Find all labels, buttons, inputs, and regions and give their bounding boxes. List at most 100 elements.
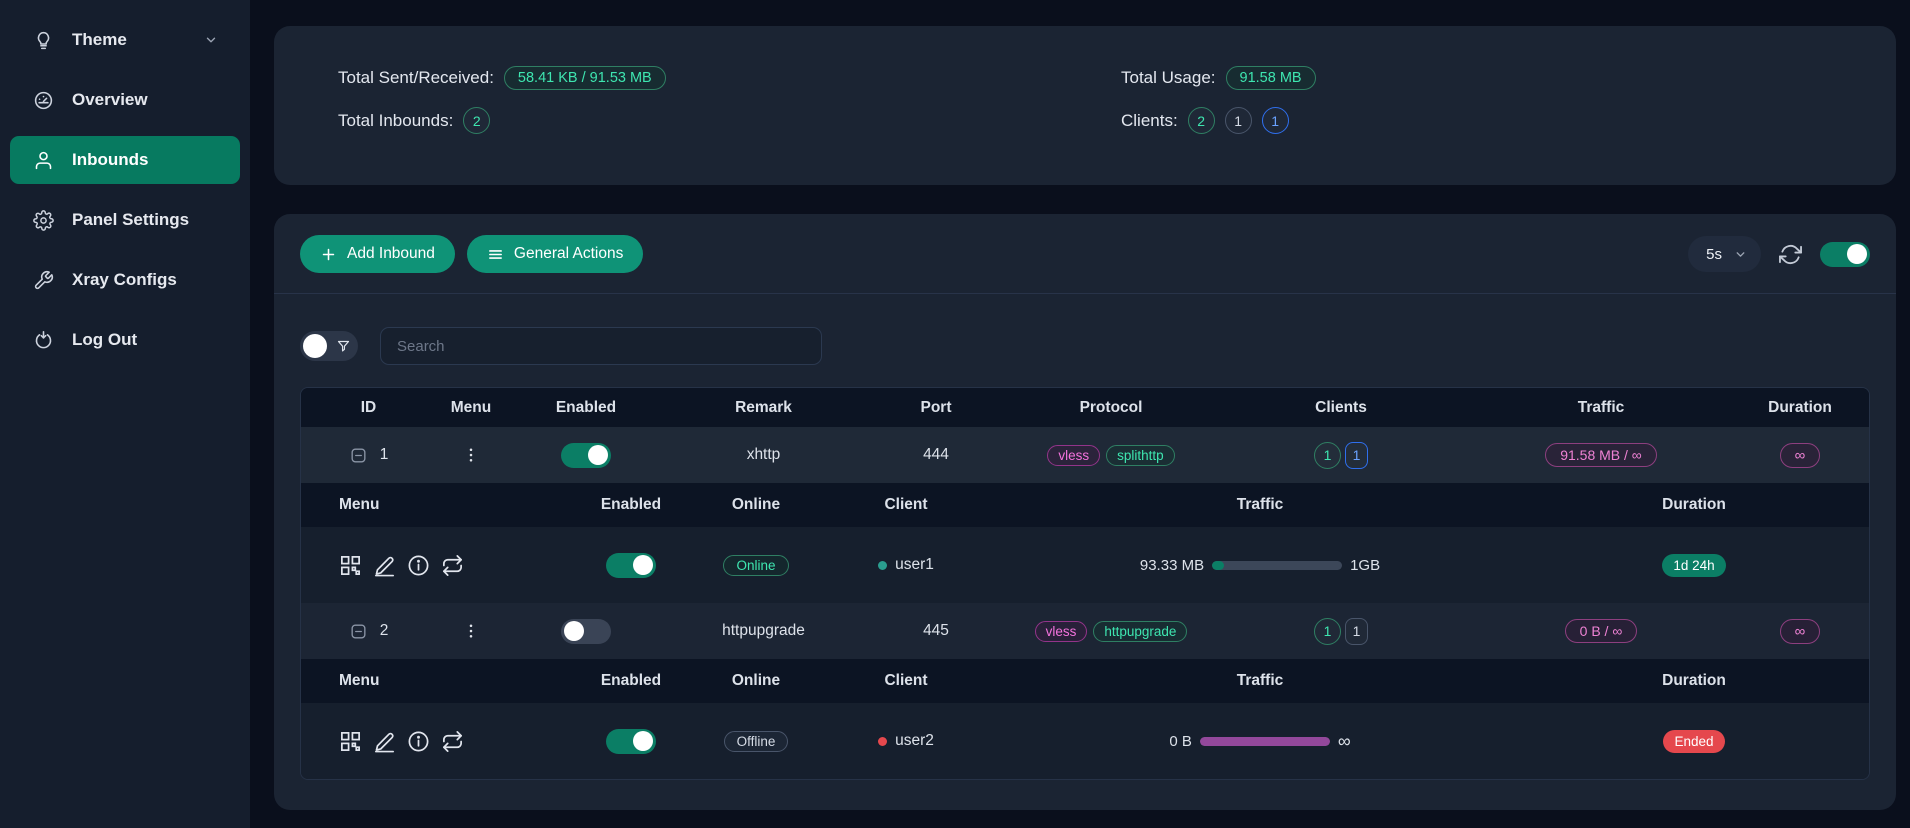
- inbound-row-1[interactable]: 1 xhttp 444 vless splithttp 1 1: [301, 427, 1869, 483]
- inbound-duration-badge: ∞: [1780, 619, 1821, 644]
- subcol-traffic: Traffic: [1001, 672, 1519, 690]
- inbound-remark: httpupgrade: [666, 622, 861, 640]
- auto-refresh-toggle[interactable]: [1820, 242, 1870, 267]
- total-sent-received-value: 58.41 KB / 91.53 MB: [504, 66, 666, 90]
- col-duration: Duration: [1731, 399, 1869, 417]
- protocol-tag: vless: [1047, 445, 1100, 466]
- info-icon[interactable]: [407, 730, 430, 753]
- online-status-badge: Online: [723, 555, 788, 576]
- subcol-menu: Menu: [301, 496, 561, 514]
- inbound-id: 1: [380, 446, 389, 464]
- traffic-progress-bar: [1200, 737, 1330, 746]
- row-menu-icon[interactable]: [462, 446, 480, 464]
- inbound-remark: xhttp: [666, 446, 861, 464]
- wrench-icon: [32, 269, 54, 291]
- traffic-used: 0 B: [1169, 733, 1192, 750]
- sidebar-item-label: Theme: [72, 30, 127, 50]
- inbound-row-2[interactable]: 2 httpupgrade 445 vless httpupgrade 1 1: [301, 603, 1869, 659]
- total-inbounds-label: Total Inbounds:: [338, 111, 453, 131]
- sidebar-item-label: Xray Configs: [72, 270, 177, 290]
- collapse-icon[interactable]: [349, 622, 368, 641]
- row-menu-icon[interactable]: [462, 622, 480, 640]
- clients-deactivated-badge: 1: [1225, 107, 1252, 134]
- stats-right-column: Total Usage: 91.58 MB Clients: 2 1 1: [1085, 66, 1832, 185]
- chevron-down-icon: [204, 33, 218, 47]
- gear-icon: [32, 209, 54, 231]
- inbound-port: 444: [861, 446, 1011, 464]
- traffic-progress-fill: [1212, 561, 1224, 570]
- sidebar-item-xray-configs[interactable]: Xray Configs: [10, 256, 240, 304]
- sidebar-item-inbounds[interactable]: Inbounds: [10, 136, 240, 184]
- edit-icon[interactable]: [373, 730, 396, 753]
- client-duration-badge: Ended: [1663, 730, 1724, 753]
- sidebar-item-label: Panel Settings: [72, 210, 189, 230]
- clients-online-badge: 1: [1262, 107, 1289, 134]
- search-input[interactable]: [380, 327, 822, 365]
- protocol-tag: httpupgrade: [1093, 621, 1187, 642]
- sidebar-item-theme[interactable]: Theme: [10, 16, 240, 64]
- inbound-enabled-toggle[interactable]: [561, 619, 611, 644]
- client-status-dot: [878, 737, 887, 746]
- sidebar-item-overview[interactable]: Overview: [10, 76, 240, 124]
- client-name: user1: [895, 556, 934, 574]
- col-port: Port: [861, 399, 1011, 417]
- protocol-tag: splithttp: [1106, 445, 1175, 466]
- inbound-clients-online-count: 1: [1345, 442, 1368, 469]
- general-actions-button[interactable]: General Actions: [467, 235, 643, 273]
- subcol-duration: Duration: [1519, 672, 1869, 690]
- inbound-clients-online-count: 1: [1345, 618, 1368, 645]
- logout-icon: [32, 329, 54, 351]
- info-icon[interactable]: [407, 554, 430, 577]
- add-inbound-button[interactable]: Add Inbound: [300, 235, 455, 273]
- client-row-user1: Online user1 93.33 MB 1GB 1d 24h: [301, 527, 1869, 603]
- funnel-icon: [336, 339, 351, 354]
- collapse-icon[interactable]: [349, 446, 368, 465]
- refresh-interval-value: 5s: [1706, 246, 1722, 263]
- traffic-progress-fill: [1200, 737, 1330, 746]
- client-row-user2: Offline user2 0 B ∞ Ended: [301, 703, 1869, 779]
- renew-icon[interactable]: [441, 554, 464, 577]
- qr-code-icon[interactable]: [339, 730, 362, 753]
- col-clients: Clients: [1211, 399, 1471, 417]
- stats-card: Total Sent/Received: 58.41 KB / 91.53 MB…: [274, 26, 1896, 185]
- total-sent-received-label: Total Sent/Received:: [338, 68, 494, 88]
- col-protocol: Protocol: [1011, 399, 1211, 417]
- filter-toggle[interactable]: [300, 331, 358, 361]
- toolbar-right: 5s: [1688, 236, 1870, 272]
- inbound-duration-badge: ∞: [1780, 443, 1821, 468]
- renew-icon[interactable]: [441, 730, 464, 753]
- client-enabled-toggle[interactable]: [606, 553, 656, 578]
- client-status-dot: [878, 561, 887, 570]
- total-inbounds-row: Total Inbounds: 2: [338, 107, 1085, 134]
- col-traffic: Traffic: [1471, 399, 1731, 417]
- traffic-used: 93.33 MB: [1140, 557, 1204, 574]
- plus-icon: [320, 246, 337, 263]
- table-header: ID Menu Enabled Remark Port Protocol Cli…: [301, 388, 1869, 427]
- inbound-clients-count: 1: [1314, 442, 1341, 469]
- subcol-online: Online: [701, 496, 811, 514]
- toolbar: Add Inbound General Actions 5s: [300, 234, 1870, 274]
- subcol-duration: Duration: [1519, 496, 1869, 514]
- inbound-id: 2: [380, 622, 389, 640]
- subcol-online: Online: [701, 672, 811, 690]
- refresh-interval-select[interactable]: 5s: [1688, 236, 1761, 272]
- qr-code-icon[interactable]: [339, 554, 362, 577]
- inbound-enabled-toggle[interactable]: [561, 443, 611, 468]
- clients-row: Clients: 2 1 1: [1121, 107, 1832, 134]
- menu-lines-icon: [487, 246, 504, 263]
- sidebar-item-label: Overview: [72, 90, 148, 110]
- total-usage-value: 91.58 MB: [1226, 66, 1316, 90]
- sidebar-item-panel-settings[interactable]: Panel Settings: [10, 196, 240, 244]
- gauge-icon: [32, 89, 54, 111]
- edit-icon[interactable]: [373, 554, 396, 577]
- col-enabled: Enabled: [506, 399, 666, 417]
- client-enabled-toggle[interactable]: [606, 729, 656, 754]
- subcol-menu: Menu: [301, 672, 561, 690]
- inbounds-table: ID Menu Enabled Remark Port Protocol Cli…: [300, 387, 1870, 780]
- refresh-icon[interactable]: [1779, 243, 1802, 266]
- subcol-client: Client: [811, 672, 1001, 690]
- col-menu: Menu: [436, 399, 506, 417]
- subcol-enabled: Enabled: [561, 672, 701, 690]
- sidebar-item-log-out[interactable]: Log Out: [10, 316, 240, 364]
- sidebar: Theme Overview Inbounds Panel Settings X…: [0, 0, 250, 828]
